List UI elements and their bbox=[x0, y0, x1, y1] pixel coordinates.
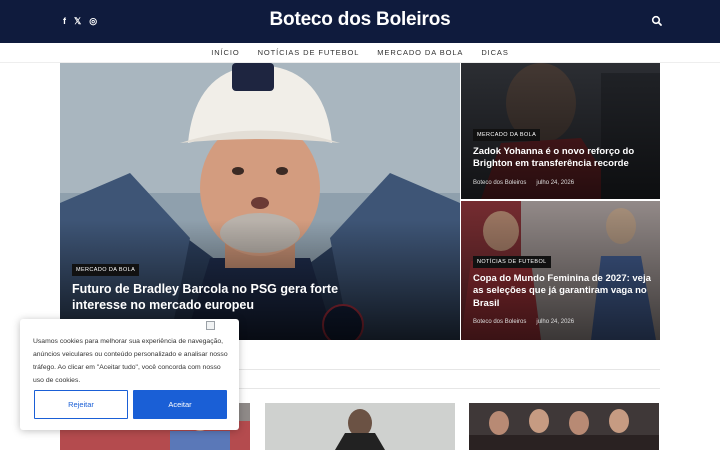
article-thumbnail[interactable] bbox=[469, 403, 659, 450]
category-badge[interactable]: Notícias de Futebol bbox=[473, 256, 551, 268]
post-date: julho 24, 2026 bbox=[536, 319, 575, 325]
post-date: julho 24, 2026 bbox=[536, 180, 575, 186]
social-links: f 𝕏 ◎ bbox=[63, 15, 97, 27]
side-2-title[interactable]: Copa do Mundo Feminina de 2027: veja as … bbox=[473, 273, 655, 310]
nav-item-noticias-de-futebol[interactable]: Notícias de Futebol bbox=[258, 48, 360, 57]
search-icon bbox=[651, 15, 662, 26]
featured-article-side-1[interactable]: Mercado da Bola Zadok Yohanna é o novo r… bbox=[461, 63, 660, 199]
nav-item-dicas[interactable]: Dicas bbox=[481, 48, 508, 57]
x-icon[interactable]: 𝕏 bbox=[74, 15, 81, 27]
instagram-icon[interactable]: ◎ bbox=[89, 15, 97, 27]
author-name[interactable]: Boteco dos Boleiros bbox=[473, 180, 526, 186]
cookie-logo-image bbox=[206, 321, 215, 330]
accept-cookies-button[interactable]: Aceitar bbox=[133, 390, 227, 419]
author-name[interactable]: Boteco dos Boleiros bbox=[473, 319, 526, 325]
reject-cookies-button[interactable]: Rejeitar bbox=[34, 390, 128, 419]
search-button[interactable] bbox=[650, 14, 664, 28]
site-title[interactable]: Boteco dos Boleiros bbox=[270, 9, 451, 30]
nav-item-mercado-da-bola[interactable]: Mercado da Bola bbox=[377, 48, 463, 57]
cookie-message: Usamos cookies para melhorar sua experiê… bbox=[33, 338, 228, 384]
site-header: f 𝕏 ◎ Boteco dos Boleiros bbox=[0, 0, 720, 43]
article-thumbnail[interactable] bbox=[265, 403, 455, 450]
category-badge[interactable]: Mercado da Bola bbox=[473, 129, 541, 141]
category-badge[interactable]: Mercado da Bola bbox=[72, 264, 140, 276]
site-logo: Boteco dos Boleiros bbox=[0, 9, 720, 31]
featured-main-title[interactable]: Futuro de Bradley Barcola no PSG gera fo… bbox=[72, 281, 372, 314]
cookie-banner: Usamos cookies para melhorar sua experiê… bbox=[20, 319, 239, 430]
featured-article-side-2[interactable]: Notícias de Futebol Copa do Mundo Femini… bbox=[461, 201, 660, 340]
side-1-title[interactable]: Zadok Yohanna é o novo reforço do Bright… bbox=[473, 146, 655, 171]
side-1-meta: Boteco dos Boleiros julho 24, 2026 bbox=[473, 180, 574, 186]
main-nav: Início Notícias de Futebol Mercado da Bo… bbox=[0, 43, 720, 63]
nav-item-inicio[interactable]: Início bbox=[211, 48, 239, 57]
featured-article-main[interactable]: Mercado da Bola Futuro de Bradley Barcol… bbox=[60, 63, 460, 340]
facebook-icon[interactable]: f bbox=[63, 15, 66, 27]
side-2-meta: Boteco dos Boleiros julho 24, 2026 bbox=[473, 319, 574, 325]
